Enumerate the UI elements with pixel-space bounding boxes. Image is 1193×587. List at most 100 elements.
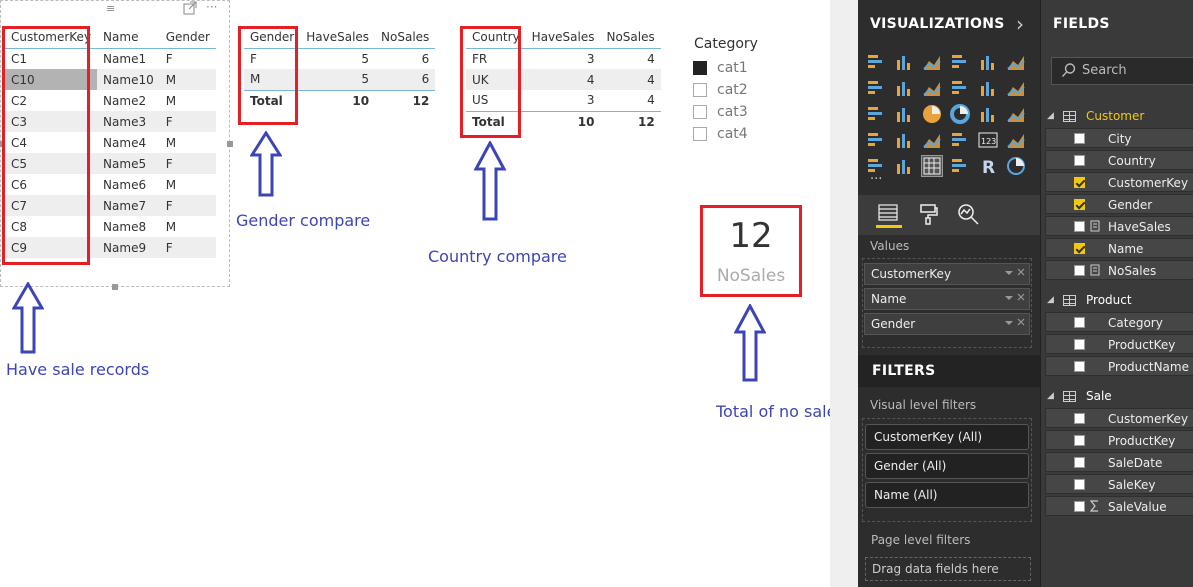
ribbon-chart-icon[interactable]: [1006, 78, 1026, 98]
fields-tab-icon[interactable]: [876, 202, 902, 228]
stacked-area-icon[interactable]: [922, 78, 942, 98]
area-chart-icon[interactable]: [894, 78, 914, 98]
value-well-item[interactable]: CustomerKey: [864, 263, 1030, 285]
field-item[interactable]: NoSales: [1045, 260, 1193, 280]
field-item[interactable]: ProductName: [1045, 356, 1193, 376]
stacked-bar-icon[interactable]: [866, 52, 886, 72]
more-visuals-icon[interactable]: ···: [870, 172, 882, 187]
field-table-product[interactable]: ◢ Product: [1041, 289, 1193, 311]
remove-field-icon[interactable]: [1003, 267, 1025, 282]
column-header[interactable]: NoSales: [375, 26, 436, 49]
checkbox[interactable]: [1074, 339, 1085, 350]
pie-icon[interactable]: [922, 104, 942, 124]
resize-handle-right[interactable]: [227, 141, 233, 147]
canvas-scroll-gutter[interactable]: [830, 0, 858, 587]
slicer-item-cat1[interactable]: cat1: [693, 59, 748, 77]
slicer-icon[interactable]: [894, 156, 914, 176]
checkbox[interactable]: [1074, 317, 1085, 328]
field-item[interactable]: ProductKey: [1045, 430, 1193, 450]
analytics-magnifier-icon[interactable]: [956, 202, 982, 228]
visual-filter-item[interactable]: CustomerKey (All): [865, 424, 1029, 450]
map-icon[interactable]: [1006, 104, 1026, 124]
100-column-icon[interactable]: [1006, 52, 1026, 72]
checkbox[interactable]: [1074, 361, 1085, 372]
card-icon[interactable]: 123: [978, 130, 998, 150]
fields-pane[interactable]: FIELDS Search ◢ Customer City Country Custom…: [1040, 0, 1193, 587]
gauge-icon[interactable]: [950, 130, 970, 150]
visualizations-pane[interactable]: VISUALIZATIONS › 123 R ··· Values Custome…: [858, 0, 1040, 587]
column-header[interactable]: HaveSales: [525, 26, 601, 49]
visual-filter-item[interactable]: Gender (All): [865, 453, 1029, 479]
treemap-icon[interactable]: [978, 104, 998, 124]
checkbox[interactable]: [1074, 221, 1085, 232]
remove-field-icon[interactable]: [1003, 292, 1025, 307]
line-clustered-icon[interactable]: [978, 78, 998, 98]
field-item[interactable]: City: [1045, 128, 1193, 148]
100-bar-icon[interactable]: [978, 52, 998, 72]
field-item[interactable]: CustomerKey: [1045, 172, 1193, 192]
stacked-column-icon[interactable]: [894, 52, 914, 72]
checkbox[interactable]: [693, 105, 707, 119]
checkbox[interactable]: [1074, 501, 1085, 512]
slicer-item-cat4[interactable]: cat4: [693, 125, 748, 143]
checkbox[interactable]: [1074, 413, 1085, 424]
globe-icon[interactable]: [1006, 156, 1026, 176]
collapse-chevron-icon[interactable]: ›: [1016, 12, 1024, 36]
checkbox[interactable]: [1074, 177, 1085, 188]
filled-map-icon[interactable]: [866, 130, 886, 150]
more-options-icon[interactable]: ···: [206, 0, 217, 14]
value-well-item[interactable]: Name: [864, 288, 1030, 310]
checkbox[interactable]: [1074, 199, 1085, 210]
checkbox[interactable]: [1074, 479, 1085, 490]
column-header[interactable]: NoSales: [600, 26, 661, 49]
resize-handle-bottom[interactable]: [112, 284, 118, 290]
focus-mode-icon[interactable]: [183, 1, 197, 15]
field-item[interactable]: Name: [1045, 238, 1193, 258]
funnel-icon[interactable]: [922, 130, 942, 150]
waterfall-icon[interactable]: [866, 104, 886, 124]
field-table-sale[interactable]: ◢ Sale: [1041, 385, 1193, 407]
slicer-item-cat3[interactable]: cat3: [693, 103, 748, 121]
donut-icon[interactable]: [950, 104, 970, 124]
checkbox[interactable]: [1074, 435, 1085, 446]
pane-section-tabs[interactable]: [858, 195, 1040, 235]
field-item[interactable]: CustomerKey: [1045, 408, 1193, 428]
checkbox[interactable]: [693, 127, 707, 141]
clustered-column-icon[interactable]: [950, 52, 970, 72]
remove-field-icon[interactable]: [1003, 317, 1025, 332]
page-level-drop-zone[interactable]: Drag data fields here: [865, 557, 1031, 581]
field-item[interactable]: SaleDate: [1045, 452, 1193, 472]
matrix-icon[interactable]: [950, 156, 970, 176]
visual-filter-item[interactable]: Name (All): [865, 482, 1029, 508]
multirow-card-icon[interactable]: [1006, 130, 1026, 150]
collapse-caret-icon[interactable]: ◢: [1047, 391, 1057, 401]
report-canvas[interactable]: ≡ ··· CustomerKey Name Gender C1 Name1 F C10 N…: [0, 0, 845, 587]
field-item[interactable]: Category: [1045, 312, 1193, 332]
format-paint-roller-icon[interactable]: [916, 202, 942, 228]
column-header[interactable]: Name: [97, 26, 160, 49]
slicer-item-cat2[interactable]: cat2: [693, 81, 748, 99]
column-header[interactable]: Gender: [159, 26, 216, 49]
checkbox[interactable]: [1074, 243, 1085, 254]
field-item[interactable]: Gender: [1045, 194, 1193, 214]
r-visual-icon[interactable]: R: [978, 156, 998, 178]
table-icon[interactable]: [921, 155, 943, 177]
visual-drag-handle[interactable]: ≡: [106, 2, 115, 16]
field-item[interactable]: Country: [1045, 150, 1193, 170]
checkbox[interactable]: [1074, 265, 1085, 276]
field-item[interactable]: ProductKey: [1045, 334, 1193, 354]
collapse-caret-icon[interactable]: ◢: [1047, 295, 1057, 305]
field-table-customer[interactable]: ◢ Customer: [1041, 105, 1193, 127]
line-column-icon[interactable]: [950, 78, 970, 98]
column-header[interactable]: HaveSales: [300, 26, 376, 49]
checkbox[interactable]: [1074, 133, 1085, 144]
field-item[interactable]: HaveSales: [1045, 216, 1193, 236]
checkbox[interactable]: [693, 83, 707, 97]
collapse-caret-icon[interactable]: ◢: [1047, 111, 1057, 121]
checkbox[interactable]: [693, 61, 707, 75]
field-item[interactable]: SaleValue: [1045, 496, 1193, 516]
shape-map-icon[interactable]: [894, 130, 914, 150]
checkbox[interactable]: [1074, 155, 1085, 166]
clustered-bar-icon[interactable]: [922, 52, 942, 72]
scatter-icon[interactable]: [894, 104, 914, 124]
